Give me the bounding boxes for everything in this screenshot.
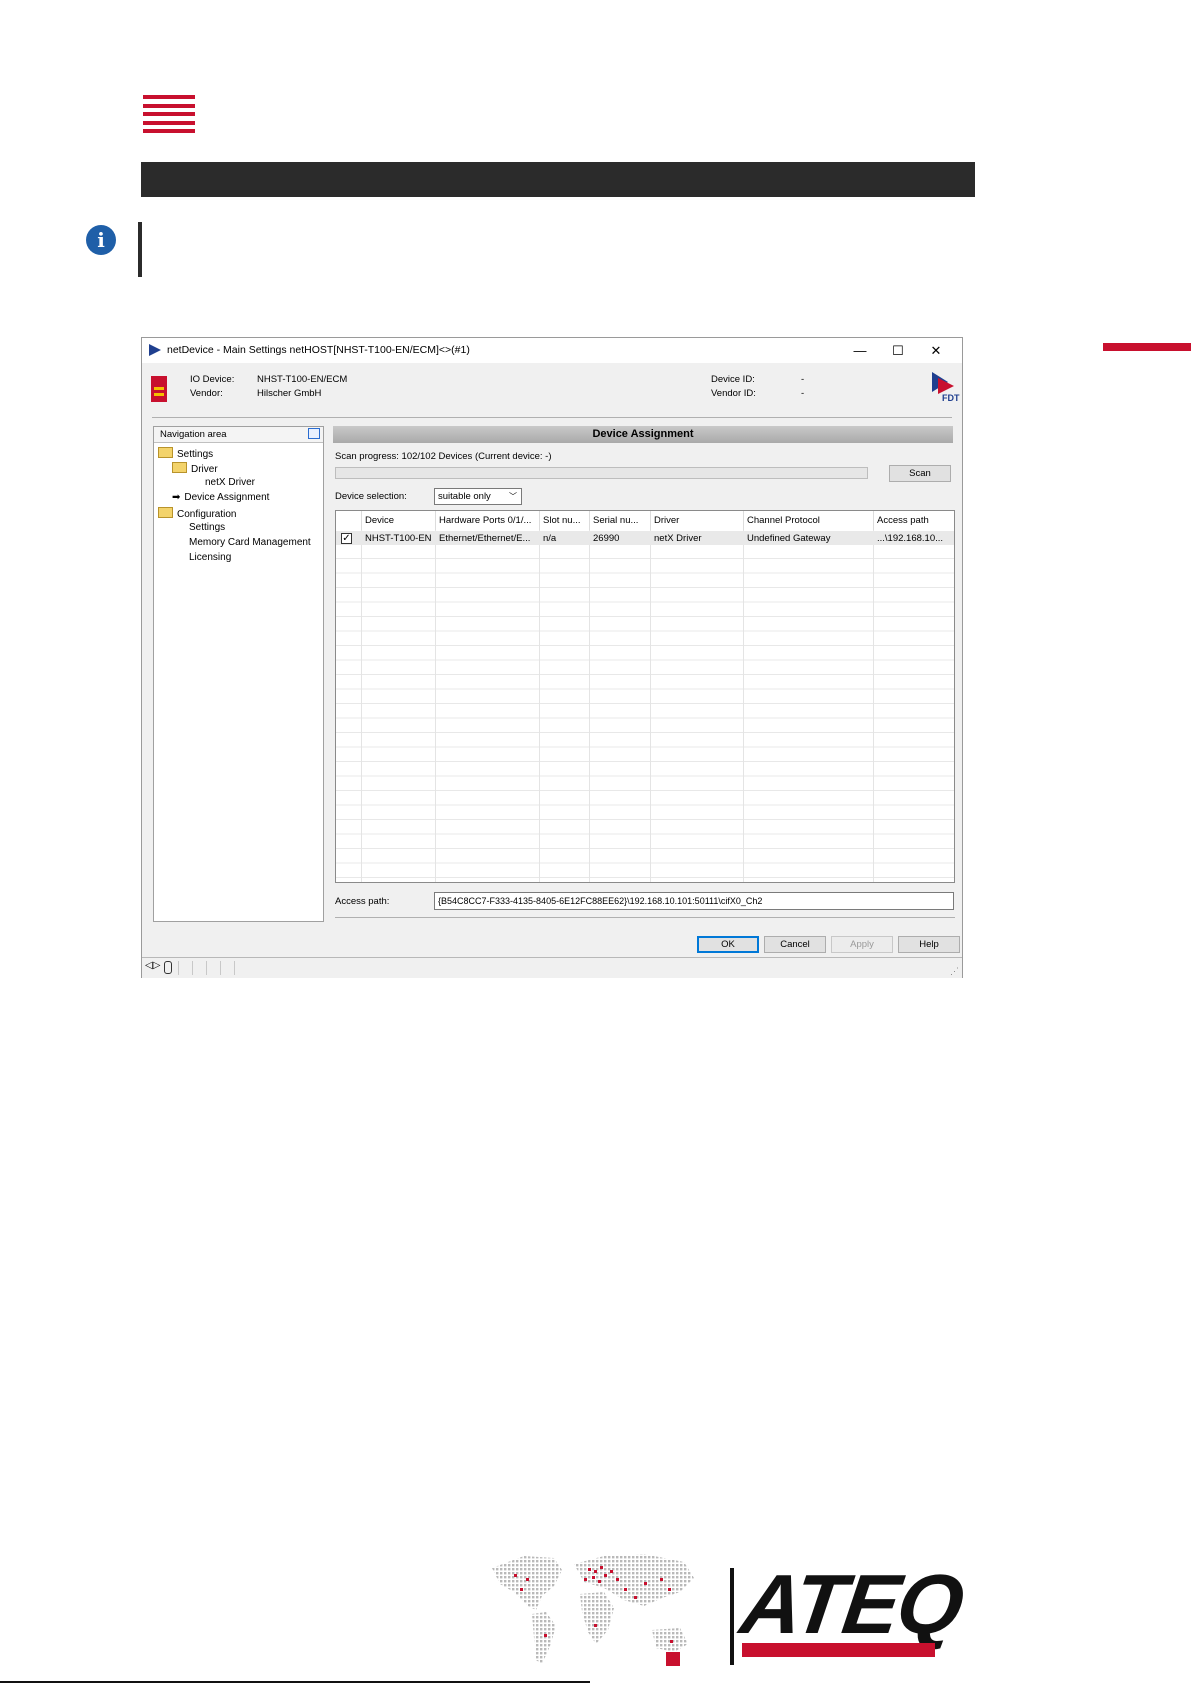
- scan-progress-text: Scan progress: 102/102 Devices (Current …: [335, 451, 552, 462]
- column-header-check: [336, 511, 362, 530]
- fdt-label: FDT: [942, 393, 960, 402]
- grid-line: [589, 530, 590, 882]
- status-bar: ◁▷ ⋰: [142, 957, 962, 978]
- header-separator: [152, 417, 952, 418]
- info-icon: i: [86, 225, 116, 255]
- folder-icon: [158, 507, 173, 518]
- device-icon: [151, 376, 167, 402]
- device-status-icon: [164, 961, 172, 974]
- netdevice-dialog: netDevice - Main Settings netHOST[NHST-T…: [141, 337, 963, 978]
- apply-button[interactable]: Apply: [831, 936, 893, 953]
- column-header-slot[interactable]: Slot nu...: [540, 511, 590, 530]
- netdevice-app-icon: [149, 344, 161, 356]
- cancel-button[interactable]: Cancel: [764, 936, 826, 953]
- section-header-bar: [141, 162, 975, 197]
- vendor-label: Vendor:: [190, 388, 223, 399]
- device-id-label: Device ID:: [711, 374, 755, 385]
- nav-item-netx-driver[interactable]: netX Driver: [205, 477, 255, 488]
- help-button[interactable]: Help: [898, 936, 960, 953]
- info-rule: [138, 222, 142, 277]
- footer-rule: [0, 1681, 590, 1683]
- column-header-channel-protocol[interactable]: Channel Protocol: [744, 511, 874, 530]
- fdt-logo: FDT: [932, 372, 960, 402]
- cell-serial: 26990: [593, 533, 620, 544]
- vendor-value: Hilscher GmbH: [257, 388, 322, 399]
- cell-hardware-ports: Ethernet/Ethernet/E...: [439, 533, 531, 544]
- row-checkbox[interactable]: ✓: [341, 533, 352, 544]
- network-status-icon: ◁▷: [145, 960, 161, 971]
- cell-channel-protocol: Undefined Gateway: [747, 533, 831, 544]
- window-title: netDevice - Main Settings netHOST[NHST-T…: [167, 344, 470, 356]
- column-header-access-path[interactable]: Access path: [874, 511, 954, 530]
- cell-slot: n/a: [543, 533, 557, 544]
- nav-item-driver[interactable]: Driver: [172, 462, 218, 475]
- device-selection-dropdown[interactable]: suitable only ﹀: [434, 488, 522, 505]
- access-path-field[interactable]: {B54C8CC7-F333-4135-8405-6E12FC88EE62}\1…: [434, 892, 954, 910]
- nav-item-device-assignment[interactable]: ➡ Device Assignment: [172, 492, 269, 503]
- status-cell: [220, 961, 221, 975]
- nav-item-configuration[interactable]: Configuration: [158, 507, 236, 520]
- grid-line: [435, 530, 436, 882]
- logo-divider: [730, 1568, 734, 1665]
- ateq-logo-underline: [742, 1643, 935, 1657]
- device-header: IO Device: NHST-T100-EN/ECM Vendor: Hils…: [142, 363, 962, 415]
- status-cell: [178, 961, 179, 975]
- io-device-value: NHST-T100-EN/ECM: [257, 374, 348, 385]
- folder-icon: [158, 447, 173, 458]
- menu-icon[interactable]: [143, 95, 195, 137]
- grid-line: [361, 530, 362, 882]
- device-table: Device Hardware Ports 0/1/... Slot nu...…: [335, 510, 955, 883]
- folder-icon: [172, 462, 187, 473]
- resize-grip-icon[interactable]: ⋰: [950, 966, 959, 977]
- status-cell: [234, 961, 235, 975]
- status-cell: [206, 961, 207, 975]
- device-selection-label: Device selection:: [335, 491, 407, 502]
- content-separator: [335, 917, 955, 918]
- navigation-toggle-icon[interactable]: [308, 428, 320, 439]
- status-cell: [192, 961, 193, 975]
- scan-progress-bar: [335, 467, 868, 479]
- vendor-id-label: Vendor ID:: [711, 388, 756, 399]
- ok-button[interactable]: OK: [697, 936, 759, 953]
- device-id-value: -: [801, 374, 805, 385]
- grid-line: [743, 530, 744, 882]
- grid-line: [873, 530, 874, 882]
- grid-line: [650, 530, 651, 882]
- arrow-right-icon: ➡: [172, 492, 181, 503]
- title-bar: netDevice - Main Settings netHOST[NHST-T…: [142, 338, 962, 363]
- section-title: Device Assignment: [592, 428, 694, 440]
- column-header-serial[interactable]: Serial nu...: [590, 511, 651, 530]
- ateq-logo-text: ATEQ: [735, 1557, 968, 1651]
- io-device-label: IO Device:: [190, 374, 235, 385]
- nav-item-settings[interactable]: Settings: [158, 447, 213, 460]
- minimize-button[interactable]: —: [842, 341, 878, 360]
- side-accent-bar: [1103, 343, 1191, 351]
- scan-button[interactable]: Scan: [889, 465, 951, 482]
- nav-item-memory-card[interactable]: Memory Card Management: [189, 537, 311, 548]
- vendor-id-value: -: [801, 388, 805, 399]
- nav-item-config-settings[interactable]: Settings: [189, 522, 225, 533]
- navigation-header: Navigation area: [154, 427, 323, 443]
- nav-item-licensing[interactable]: Licensing: [189, 552, 231, 563]
- close-button[interactable]: ✕: [918, 341, 954, 360]
- grid-line: [539, 530, 540, 882]
- chevron-down-icon: ﹀: [509, 492, 517, 501]
- access-path-label: Access path:: [335, 896, 390, 907]
- cell-driver: netX Driver: [654, 533, 702, 544]
- navigation-area: Navigation area Settings Driver netX Dri…: [153, 426, 324, 922]
- world-map-logo: [492, 1554, 694, 1666]
- navigation-title: Navigation area: [160, 429, 227, 440]
- cell-access-path: ...\192.168.10...: [877, 533, 944, 544]
- maximize-button[interactable]: ☐: [880, 341, 916, 360]
- column-header-driver[interactable]: Driver: [651, 511, 744, 530]
- column-header-device[interactable]: Device: [362, 511, 436, 530]
- section-title-bar: Device Assignment: [333, 426, 953, 443]
- cell-device: NHST-T100-EN: [365, 533, 432, 544]
- column-header-hardware-ports[interactable]: Hardware Ports 0/1/...: [436, 511, 540, 530]
